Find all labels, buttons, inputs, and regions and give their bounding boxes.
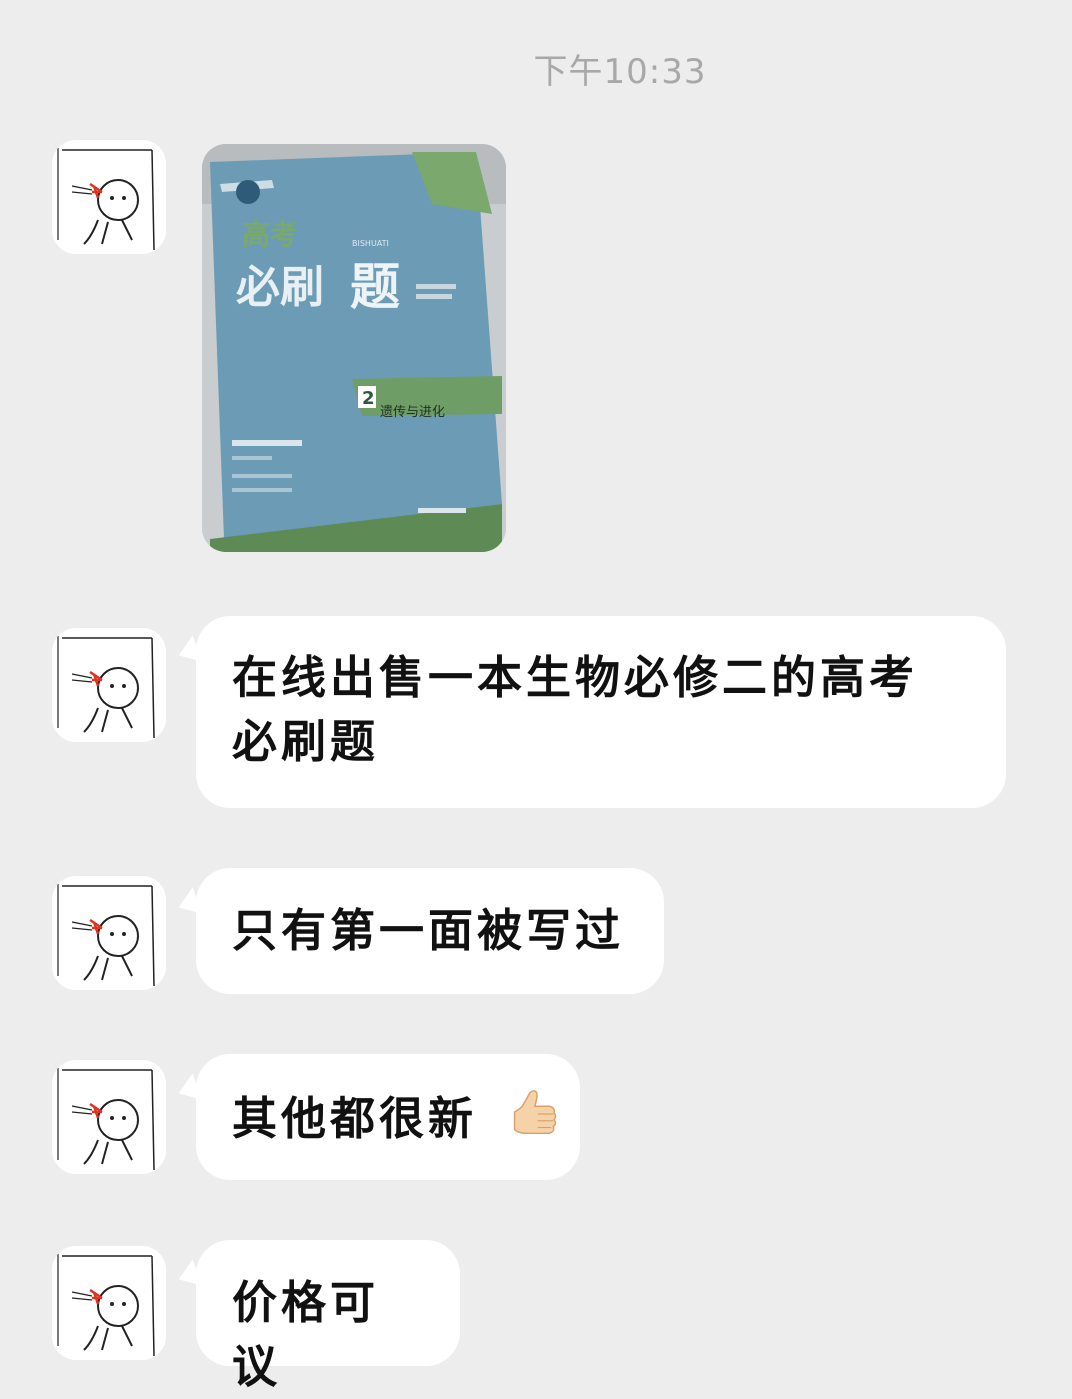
svg-text:2: 2 bbox=[362, 388, 375, 409]
avatar[interactable] bbox=[52, 1060, 166, 1174]
message-text-line: 价格可议 bbox=[232, 1276, 380, 1393]
book-photo[interactable]: 高考 必刷 题 BISHUATI 2 遗传与进化 bbox=[202, 144, 506, 552]
avatar-doodle-icon bbox=[52, 1060, 166, 1174]
avatar-doodle-icon bbox=[52, 628, 166, 742]
svg-text:高考: 高考 bbox=[242, 218, 298, 251]
svg-text:必刷: 必刷 bbox=[236, 262, 324, 313]
message-bubble[interactable]: 在线出售一本生物必修二的高考 必刷题 bbox=[196, 616, 1006, 808]
message-bubble[interactable]: 价格可议 bbox=[196, 1240, 460, 1393]
avatar-doodle-icon bbox=[52, 876, 166, 990]
message-text-line: 只有第一面被写过 bbox=[232, 904, 625, 957]
message-bubble[interactable]: 其他都很新 bbox=[196, 1054, 580, 1180]
avatar-doodle-icon bbox=[52, 140, 166, 254]
avatar[interactable] bbox=[52, 1246, 166, 1360]
message-text-line: 必刷题 bbox=[232, 715, 380, 768]
message-text-line: 其他都很新 bbox=[232, 1092, 478, 1145]
thumbs-up-icon bbox=[501, 1085, 559, 1160]
svg-text:遗传与进化: 遗传与进化 bbox=[380, 405, 445, 420]
chat-timestamp: 下午10:33 bbox=[533, 52, 707, 92]
avatar[interactable] bbox=[52, 140, 166, 254]
message-line: 其他都很新 bbox=[232, 1077, 557, 1160]
message-bubble[interactable]: 只有第一面被写过 bbox=[196, 868, 664, 994]
avatar-doodle-icon bbox=[52, 1246, 166, 1360]
svg-text:BISHUATI: BISHUATI bbox=[352, 239, 389, 248]
avatar[interactable] bbox=[52, 628, 166, 742]
book-photo-image: 高考 必刷 题 BISHUATI 2 遗传与进化 bbox=[202, 144, 506, 552]
svg-text:题: 题 bbox=[350, 257, 400, 316]
message-text-line: 在线出售一本生物必修二的高考 bbox=[232, 651, 919, 704]
avatar[interactable] bbox=[52, 876, 166, 990]
